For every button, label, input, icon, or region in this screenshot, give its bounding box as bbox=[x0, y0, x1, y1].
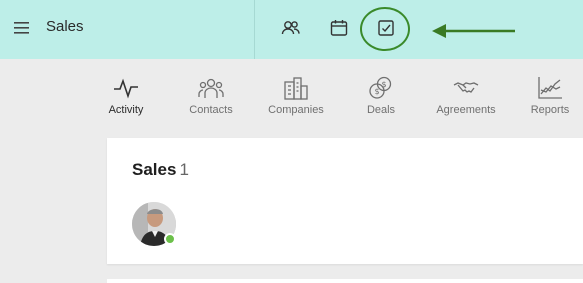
nav-item-companies[interactable]: Companies bbox=[256, 70, 336, 117]
svg-text:$: $ bbox=[382, 80, 387, 89]
nav-item-activity[interactable]: Activity bbox=[86, 70, 166, 117]
nav-label: Companies bbox=[268, 104, 324, 116]
header-divider bbox=[254, 0, 255, 59]
team-name: Sales bbox=[132, 160, 177, 179]
pointer-arrow-icon bbox=[430, 21, 520, 41]
reports-icon bbox=[538, 77, 562, 99]
member-count: 1 bbox=[179, 160, 189, 179]
nav-label: Contacts bbox=[189, 104, 233, 116]
nav-item-reports[interactable]: Reports bbox=[510, 70, 583, 117]
next-card-edge bbox=[107, 279, 583, 283]
agreements-icon bbox=[453, 82, 479, 93]
contacts-icon bbox=[198, 78, 224, 98]
top-bar: Sales bbox=[0, 0, 583, 59]
highlight-ring bbox=[360, 7, 410, 51]
calendar-icon[interactable] bbox=[328, 17, 350, 39]
companies-icon bbox=[284, 77, 308, 100]
svg-text:$: $ bbox=[375, 87, 380, 96]
nav-label: Activity bbox=[108, 104, 144, 116]
activity-icon bbox=[114, 78, 138, 99]
app-title: Sales bbox=[46, 18, 84, 35]
card-title: Sales 1 bbox=[132, 160, 189, 180]
nav-item-deals[interactable]: $ $ Deals bbox=[341, 70, 421, 117]
nav-item-agreements[interactable]: Agreements bbox=[426, 70, 506, 117]
team-card: Sales 1 bbox=[107, 138, 583, 264]
deals-icon: $ $ bbox=[369, 76, 392, 99]
nav-label: Deals bbox=[366, 104, 396, 116]
hamburger-menu-icon[interactable] bbox=[12, 19, 32, 37]
nav-label: Reports bbox=[530, 104, 570, 116]
nav-item-contacts[interactable]: Contacts bbox=[171, 70, 251, 117]
nav-label: Agreements bbox=[436, 104, 496, 116]
people-icon[interactable] bbox=[280, 17, 302, 39]
online-status-badge bbox=[164, 233, 176, 245]
